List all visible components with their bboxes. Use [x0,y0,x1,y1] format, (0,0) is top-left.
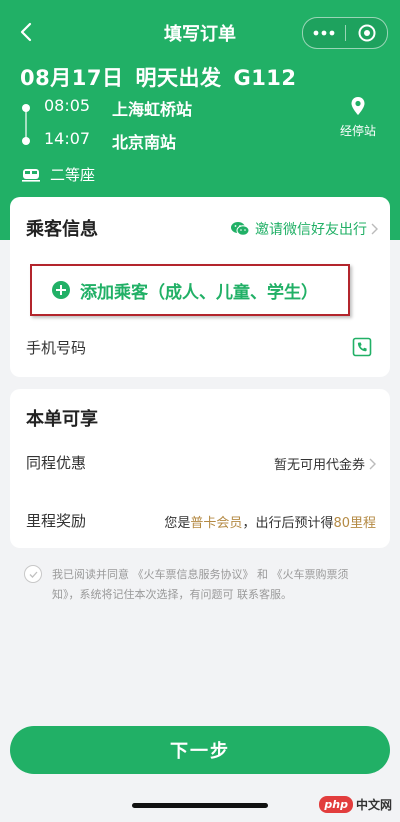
chevron-right-icon [369,458,376,469]
discount-label: 同程优惠 [26,454,87,472]
phone-label: 手机号码 [26,339,87,357]
mini-program-capsule [302,17,388,49]
watermark-text: 中文网 [355,798,392,812]
benefits-card: 本单可享 同程优惠 暂无可用代金券 里程奖励 您是 普卡会员 ，出行后预计得 80里程 [10,389,390,548]
site-watermark: php 中文网 [319,796,392,813]
mileage-mid: ，出行后预计得 [242,516,334,531]
arrive-time: 14:07 [44,129,91,148]
discount-value: 暂无可用代金券 [273,458,365,473]
trip-summary: 08月17日 明天出发 G112 [20,62,309,92]
location-pin-icon [351,97,365,115]
chevron-right-icon [371,223,378,235]
home-indicator [132,803,268,808]
agreement-text: 我已阅读并同意 《火车票信息服务协议》 和 《火车票购票须知》，系统将记住本次选… [52,565,374,605]
depart-time: 08:05 [44,96,91,115]
trip-date: 08月17日 [20,66,124,90]
discount-row[interactable]: 暂无可用代金券 [274,454,376,473]
mileage-label: 里程奖励 [26,512,87,530]
arrive-station: 北京南站 [112,133,177,152]
invite-label: 邀请微信好友出行 [255,222,367,238]
agree-checkbox[interactable] [24,565,42,583]
passenger-section-title: 乘客信息 [26,219,98,240]
nav-bar: 填写订单 [0,10,400,54]
add-passenger-button[interactable]: 添加乘客（成人、儿童、学生） [30,264,350,316]
more-dots-icon [313,30,335,36]
contact-service-link[interactable]: 联系客服 [237,588,281,601]
close-button[interactable] [346,18,387,48]
service-agreement-link[interactable]: 《火车票信息服务协议》 [133,568,254,581]
member-level: 普卡会员 [190,516,243,531]
next-step-button[interactable]: 下一步 [10,726,390,774]
phone-contacts-icon[interactable] [352,337,372,357]
stopover-label: 经停站 [339,124,376,138]
more-button[interactable] [303,18,345,48]
watermark-badge: php [319,796,353,813]
depart-station: 上海虹桥站 [112,100,193,119]
passenger-card: 乘客信息 邀请微信好友出行 添加乘客（成人、儿童、学生） 手机号码 [10,197,390,377]
benefits-section-title: 本单可享 [26,409,98,430]
depart-dot [22,104,30,112]
seat-type: 二等座 [50,166,96,184]
agreement-text-1: 我已阅读并同意 [52,568,129,581]
mileage-info: 您是 普卡会员 ，出行后预计得 80里程 [164,512,376,531]
trip-day: 明天出发 [135,66,222,90]
agreement-end: 。 [281,588,292,601]
route-line [25,108,27,138]
train-icon [22,168,40,182]
arrive-dot [22,137,30,145]
mileage-points: 80里程 [333,516,376,531]
invite-wechat-friend-link[interactable]: 邀请微信好友出行 [230,219,378,239]
stopover-button[interactable]: 经停站 [336,96,380,139]
target-close-icon [358,24,375,42]
check-icon [29,571,37,578]
train-number: G112 [233,66,297,90]
seat-info: 二等座 [22,164,95,185]
add-passenger-label: 添加乘客（成人、儿童、学生） [80,282,318,303]
agreement-text-2: ，系统将记住本次选择，有问题可 [68,588,234,601]
mileage-prefix: 您是 [164,516,191,531]
wechat-icon [231,222,250,236]
plus-circle-icon [52,281,70,299]
agreement-and: 和 [257,568,268,581]
